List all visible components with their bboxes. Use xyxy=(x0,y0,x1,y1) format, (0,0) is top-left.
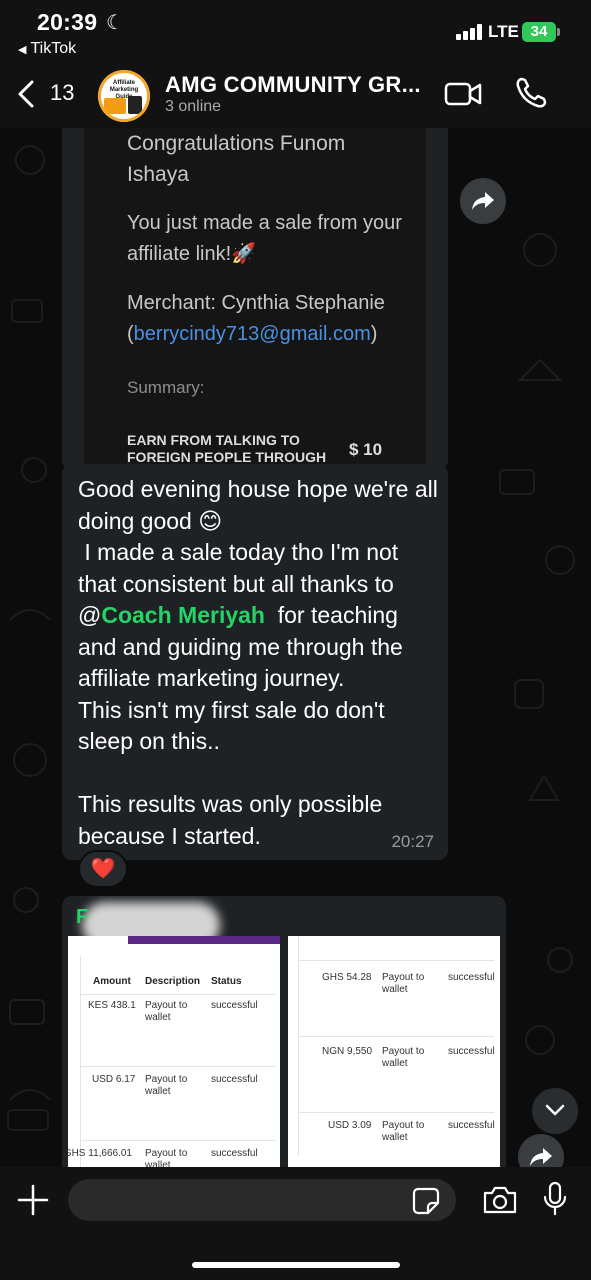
back-button[interactable]: 13 xyxy=(16,76,76,112)
forward-arrow-icon xyxy=(530,1148,552,1166)
cell-description: Payout to wallet xyxy=(382,1046,425,1069)
group-avatar[interactable]: Affiliate Marketing Guide xyxy=(98,70,150,122)
network-type: LTE xyxy=(488,22,519,41)
cell-status: successful xyxy=(448,1046,495,1057)
cell-description: Payout to wallet xyxy=(145,1000,188,1023)
chat-header: 13 Affiliate Marketing Guide AMG COMMUNI… xyxy=(0,62,591,128)
row-divider xyxy=(80,1140,276,1141)
cell-amount: GHS 54.28 xyxy=(322,972,372,983)
message-input[interactable] xyxy=(68,1179,456,1221)
cell-description: Payout to wallet xyxy=(382,972,425,995)
cell-amount: KES 438.1 xyxy=(88,1000,136,1011)
forward-button[interactable] xyxy=(460,178,506,224)
email-screenshot: Congratulations Funom Ishaya You just ma… xyxy=(84,122,426,470)
cell-status: successful xyxy=(211,1148,258,1159)
email-price: $ 10 xyxy=(349,440,383,459)
sender-initial: F xyxy=(76,906,89,928)
cell-amount: USD 3.09 xyxy=(328,1120,372,1131)
status-time: 20:39 xyxy=(37,9,98,35)
focus-moon-icon: ☾ xyxy=(106,12,124,34)
heart-reaction[interactable]: ❤️ xyxy=(78,850,128,888)
message-text: Good evening house hope we're all doing … xyxy=(78,474,438,852)
battery-level: 34 xyxy=(530,23,548,40)
row-divider xyxy=(80,994,276,995)
camera-icon[interactable] xyxy=(482,1185,518,1215)
phone-call-icon[interactable] xyxy=(514,76,548,110)
email-merchant: Merchant: Cynthia Stephanie (berrycindy7… xyxy=(127,288,417,350)
message-part2: for teaching and and guiding me through … xyxy=(78,602,403,849)
transactions-screenshot-2[interactable]: GHS 54.28 Payout to wallet successful NG… xyxy=(288,936,500,1176)
text-message[interactable]: Good evening house hope we're all doing … xyxy=(62,464,448,860)
attach-plus-icon[interactable] xyxy=(16,1183,50,1217)
back-app-label: TikTok xyxy=(30,40,77,57)
cell-description: Payout to wallet xyxy=(145,1074,188,1097)
status-bar: 20:39 ☾ ◀ TikTok LTE 34 xyxy=(0,0,591,62)
battery-tip xyxy=(557,28,560,36)
row-divider xyxy=(298,1112,494,1113)
online-status: 3 online xyxy=(165,98,222,115)
email-product: EARN FROM TALKING TO FOREIGN PEOPLE THRO… xyxy=(127,432,327,465)
row-divider xyxy=(298,960,494,961)
col-amount-header: Amount xyxy=(93,976,131,987)
cell-status: successful xyxy=(448,972,495,983)
row-divider xyxy=(80,1066,276,1067)
col-description-header: Description xyxy=(145,976,201,987)
cell-description: Payout to wallet xyxy=(382,1120,425,1143)
signal-icon xyxy=(456,24,482,40)
email-congrats: Congratulations Funom Ishaya xyxy=(127,132,346,186)
merchant-email-link: berrycindy713@gmail.com xyxy=(133,323,371,345)
cell-amount: USD 6.17 xyxy=(92,1074,136,1085)
back-to-app-link[interactable]: ◀ TikTok xyxy=(18,40,76,58)
sticker-icon[interactable] xyxy=(412,1187,440,1215)
table-border xyxy=(298,936,299,1156)
microphone-icon[interactable] xyxy=(542,1181,568,1217)
chevron-left-icon xyxy=(18,80,34,108)
image-album-message[interactable]: F Amount Description Status KES 438.1 Pa… xyxy=(62,896,506,1176)
cell-status: successful xyxy=(448,1120,495,1131)
cell-amount: GHS 11,666.01 xyxy=(68,1148,132,1159)
header-strip xyxy=(128,936,280,944)
col-status-header: Status xyxy=(211,976,242,987)
email-sale-text: You just made a sale from your affiliate… xyxy=(127,212,402,265)
avatar-ring xyxy=(98,70,150,122)
row-divider xyxy=(298,1036,494,1037)
forward-arrow-icon xyxy=(472,192,494,210)
home-indicator xyxy=(192,1262,400,1268)
image-message[interactable]: Congratulations Funom Ishaya You just ma… xyxy=(62,122,448,470)
cell-amount: NGN 9,550 xyxy=(322,1046,373,1057)
email-summary-label: Summary: xyxy=(127,378,205,397)
chevron-down-icon xyxy=(545,1104,565,1116)
scroll-to-bottom-button[interactable] xyxy=(532,1088,578,1134)
merchant-suffix: ) xyxy=(370,323,378,345)
unread-count: 13 xyxy=(50,80,75,105)
battery-icon: 34 xyxy=(522,22,556,42)
video-call-icon[interactable] xyxy=(444,80,482,108)
group-name[interactable]: AMG COMMUNITY GR... xyxy=(165,72,421,98)
message-timestamp: 20:27 xyxy=(391,832,434,851)
cell-status: successful xyxy=(211,1074,258,1085)
transactions-screenshot-1[interactable]: Amount Description Status KES 438.1 Payo… xyxy=(68,936,280,1176)
mention-link[interactable]: Coach Meriyah xyxy=(101,602,265,628)
back-triangle-icon: ◀ xyxy=(18,44,27,56)
cell-status: successful xyxy=(211,1000,258,1011)
